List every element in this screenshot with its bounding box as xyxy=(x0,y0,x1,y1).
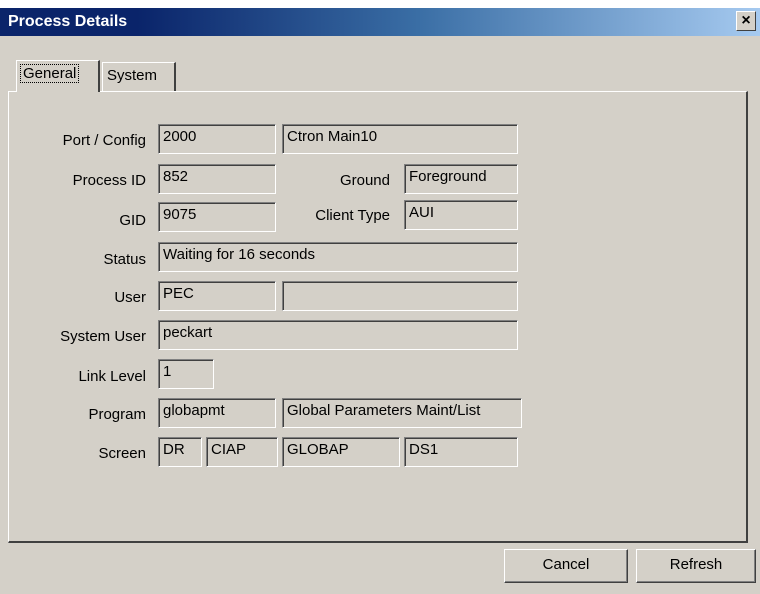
cancel-button[interactable]: Cancel xyxy=(504,549,628,583)
process-details-dialog: Process Details × General System Port / … xyxy=(0,8,760,594)
status-label: Status xyxy=(103,251,146,268)
general-panel xyxy=(8,91,748,543)
tab-general[interactable]: General xyxy=(16,60,100,92)
gid-label: GID xyxy=(119,212,146,229)
port-field: 2000 xyxy=(158,124,276,154)
window-title: Process Details xyxy=(8,13,128,30)
process-id-field: 852 xyxy=(158,164,276,194)
system-user-label: System User xyxy=(60,328,146,345)
screen-label: Screen xyxy=(98,445,146,462)
tab-system[interactable]: System xyxy=(102,62,176,92)
refresh-button[interactable]: Refresh xyxy=(636,549,756,583)
program-code-field: globapmt xyxy=(158,398,276,428)
program-label: Program xyxy=(88,406,146,423)
close-button[interactable]: × xyxy=(736,11,756,31)
gid-field: 9075 xyxy=(158,202,276,232)
status-field: Waiting for 16 seconds xyxy=(158,242,518,272)
screen-field-4: DS1 xyxy=(404,437,518,467)
screen-field-2: CIAP xyxy=(206,437,278,467)
user-label: User xyxy=(114,289,146,306)
process-id-label: Process ID xyxy=(72,172,146,189)
screen-field-1: DR xyxy=(158,437,202,467)
config-field: Ctron Main10 xyxy=(282,124,518,154)
tab-general-label: General xyxy=(19,64,80,83)
title-bar[interactable]: Process Details × xyxy=(0,8,760,36)
link-level-field: 1 xyxy=(158,359,214,389)
client-type-field: AUI xyxy=(404,200,518,230)
ground-field: Foreground xyxy=(404,164,518,194)
user-extra-field xyxy=(282,281,518,311)
link-level-label: Link Level xyxy=(78,368,146,385)
ground-label: Ground xyxy=(339,172,390,189)
screen-field-3: GLOBAP xyxy=(282,437,400,467)
program-description-field: Global Parameters Maint/List xyxy=(282,398,522,428)
tab-system-label: System xyxy=(107,67,158,84)
port-config-label: Port / Config xyxy=(62,132,146,149)
system-user-field: peckart xyxy=(158,320,518,350)
user-field: PEC xyxy=(158,281,276,311)
client-type-label: Client Type xyxy=(315,207,390,224)
